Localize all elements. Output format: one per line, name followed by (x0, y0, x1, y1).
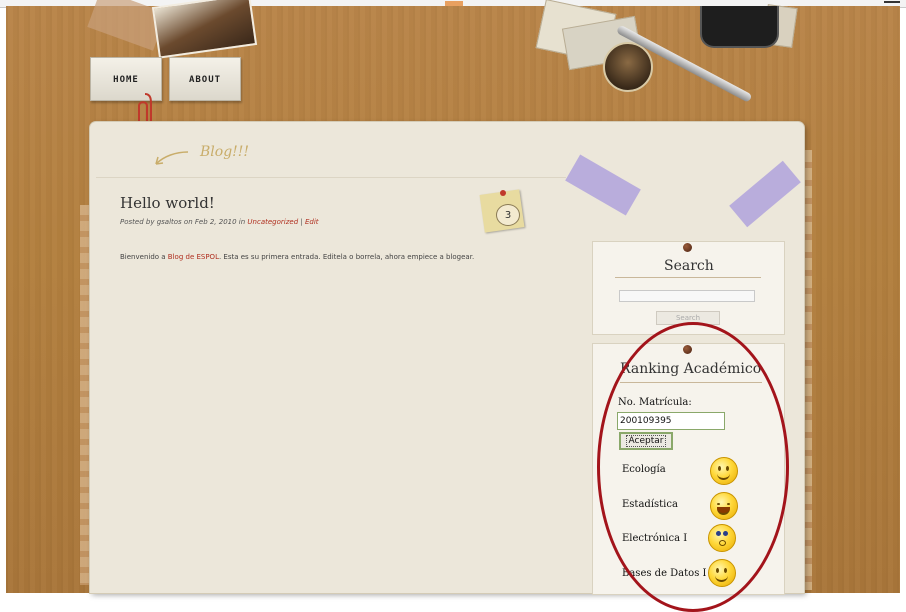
post-meta: Posted by gsaltos on Feb 2, 2010 in Unca… (120, 218, 319, 226)
search-input[interactable] (619, 290, 755, 302)
category-link[interactable]: Uncategorized (247, 218, 298, 226)
meta-separator: | (298, 218, 305, 226)
phone-icon (700, 6, 779, 48)
comment-count-button[interactable]: 3 (496, 204, 520, 226)
post-title[interactable]: Hello world! (120, 194, 215, 212)
search-title: Search (664, 258, 714, 274)
post-author: gsaltos (156, 218, 182, 226)
nav-about[interactable]: ABOUT (169, 57, 241, 101)
title-divider (615, 277, 761, 278)
blog-espol-link[interactable]: Blog de ESPOL (168, 253, 219, 261)
meta-prefix: Posted by (120, 218, 157, 226)
pin-icon (500, 190, 506, 196)
body-suffix: . Esta es su primera entrada. Editela o … (218, 253, 475, 261)
pin-icon (683, 243, 692, 252)
blog-logo[interactable]: Blog!!! (200, 144, 249, 160)
stamp-icon (603, 42, 653, 92)
highlight-oval (597, 322, 789, 612)
edit-link[interactable]: Edit (305, 218, 319, 226)
body-prefix: Bienvenido a (120, 253, 168, 261)
header-divider (96, 177, 566, 178)
post-body: Bienvenido a Blog de ESPOL. Esta es su p… (120, 250, 480, 265)
meta-date: on Feb 2, 2010 in (181, 218, 248, 226)
arrow-icon (155, 151, 189, 165)
